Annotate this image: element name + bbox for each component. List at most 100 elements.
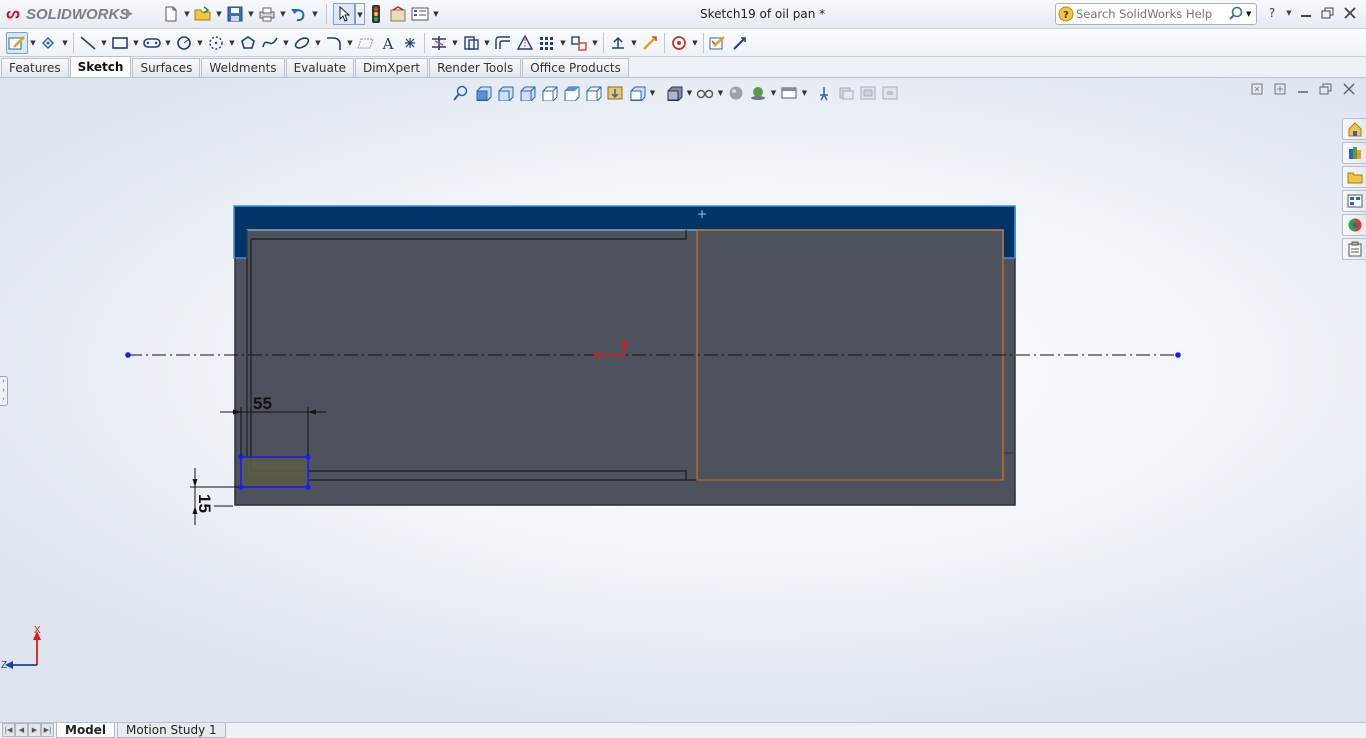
save-dropdown-icon[interactable]: ▼ [246, 10, 256, 18]
rectangle-vertex[interactable] [305, 484, 311, 490]
tab-features[interactable]: Features [1, 58, 69, 77]
print-icon[interactable] [256, 3, 278, 25]
print-dropdown-icon[interactable]: ▼ [278, 10, 288, 18]
select-dropdown-icon[interactable]: ▼ [355, 3, 365, 25]
text-icon[interactable]: A [377, 32, 399, 54]
search-input[interactable] [1076, 7, 1226, 21]
display-relations-icon[interactable] [607, 32, 629, 54]
spline-icon[interactable] [259, 32, 281, 54]
rebuild-traffic-light-icon[interactable] [365, 3, 387, 25]
first-tab-icon[interactable]: |◀ [2, 723, 15, 737]
menu-expand-icon[interactable]: ▶ [126, 4, 136, 24]
search-dropdown-icon[interactable]: ▼ [1246, 10, 1256, 18]
ellipse-icon[interactable] [291, 32, 313, 54]
plane-icon[interactable] [355, 32, 377, 54]
tab-dimxpert[interactable]: DimXpert [354, 58, 429, 77]
rectangle-vertex[interactable] [238, 484, 244, 490]
search-icon[interactable] [1226, 6, 1246, 23]
centerline-endpoint[interactable] [1175, 352, 1181, 358]
undo-dropdown-icon[interactable]: ▼ [310, 10, 320, 18]
graphics-area[interactable]: ▼ ▼ ▼ ▼ ▼ › › › 55 15 X Z [0, 78, 1366, 722]
circle-icon[interactable] [173, 32, 195, 54]
rapid-sketch-icon[interactable] [707, 32, 729, 54]
move-dropdown-icon[interactable]: ▼ [590, 39, 600, 47]
minimize-icon[interactable] [1296, 3, 1316, 23]
tab-weldments[interactable]: Weldments [201, 58, 285, 77]
dimension-dropdown-icon[interactable]: ▼ [60, 39, 70, 47]
dimension-width-text[interactable]: 55 [253, 394, 272, 413]
centerline-endpoint[interactable] [125, 352, 131, 358]
rectangle-dropdown-icon[interactable]: ▼ [131, 39, 141, 47]
help-icon[interactable]: ? [1262, 3, 1282, 23]
smart-dimension-icon[interactable] [38, 32, 60, 54]
triad-z-label: Z [1, 660, 7, 671]
snaps-dropdown-icon[interactable]: ▼ [690, 39, 700, 47]
fillet-icon[interactable] [323, 32, 345, 54]
pattern-dropdown-icon[interactable]: ▼ [558, 39, 568, 47]
slot-dropdown-icon[interactable]: ▼ [163, 39, 173, 47]
help-question-icon[interactable]: ? [1056, 4, 1076, 24]
tab-surfaces[interactable]: Surfaces [132, 58, 201, 77]
fillet-dropdown-icon[interactable]: ▼ [345, 39, 355, 47]
circle-dropdown-icon[interactable]: ▼ [195, 39, 205, 47]
part-body [234, 206, 1016, 506]
sketch-dropdown-icon[interactable]: ▼ [28, 39, 38, 47]
sketch-canvas[interactable]: 55 15 X Z [0, 78, 1366, 722]
new-document-icon[interactable] [160, 3, 182, 25]
tab-office-products[interactable]: Office Products [522, 58, 629, 77]
toolbar-separator [603, 32, 604, 53]
spline-dropdown-icon[interactable]: ▼ [281, 39, 291, 47]
sketch-icon[interactable] [6, 31, 28, 54]
new-dropdown-icon[interactable]: ▼ [182, 10, 192, 18]
line-dropdown-icon[interactable]: ▼ [99, 39, 109, 47]
slot-icon[interactable] [141, 32, 163, 54]
convert-dropdown-icon[interactable]: ▼ [482, 39, 492, 47]
open-folder-icon[interactable] [192, 3, 214, 25]
line-icon[interactable] [77, 32, 99, 54]
save-icon[interactable] [224, 3, 246, 25]
bottom-tab-bar: |◀ ◀ ▶ ▶| Model Motion Study 1 [0, 722, 1366, 738]
tab-sketch[interactable]: Sketch [69, 56, 132, 77]
relations-dropdown-icon[interactable]: ▼ [629, 39, 639, 47]
quick-snaps-icon[interactable] [668, 32, 690, 54]
offset-entities-icon[interactable] [492, 32, 514, 54]
arc-icon[interactable] [205, 32, 227, 54]
solidworks-logo[interactable]: ᔕ SOLIDWORKS [2, 3, 129, 25]
point-icon[interactable] [399, 32, 421, 54]
options-icon[interactable] [409, 3, 431, 25]
rectangle-vertex[interactable] [238, 454, 244, 460]
close-icon[interactable] [1340, 3, 1360, 23]
tab-render-tools[interactable]: Render Tools [429, 58, 522, 77]
restore-icon[interactable] [1318, 3, 1338, 23]
arc-dropdown-icon[interactable]: ▼ [227, 39, 237, 47]
open-dropdown-icon[interactable]: ▼ [214, 10, 224, 18]
ellipse-dropdown-icon[interactable]: ▼ [313, 39, 323, 47]
tab-evaluate[interactable]: Evaluate [285, 58, 354, 77]
last-tab-icon[interactable]: ▶| [41, 723, 54, 737]
tab-motion-study-1[interactable]: Motion Study 1 [117, 723, 226, 738]
select-arrow-icon[interactable] [333, 3, 355, 25]
trim-dropdown-icon[interactable]: ▼ [450, 39, 460, 47]
convert-entities-icon[interactable] [460, 32, 482, 54]
polygon-icon[interactable] [237, 32, 259, 54]
mirror-entities-icon[interactable] [514, 32, 536, 54]
move-entities-icon[interactable] [568, 32, 590, 54]
rectangle-icon[interactable] [109, 32, 131, 54]
svg-text:A: A [382, 35, 394, 51]
next-tab-icon[interactable]: ▶ [28, 723, 41, 737]
tab-model[interactable]: Model [56, 723, 116, 738]
repair-sketch-icon[interactable] [639, 32, 661, 54]
rectangle-vertex[interactable] [305, 454, 311, 460]
file-properties-icon[interactable] [387, 3, 409, 25]
options-dropdown-icon[interactable]: ▼ [431, 10, 441, 18]
dimension-height[interactable]: 15 [190, 468, 239, 525]
linear-pattern-icon[interactable] [536, 32, 558, 54]
instant-2d-icon[interactable] [729, 32, 751, 54]
dimension-height-text[interactable]: 15 [195, 494, 214, 513]
sketch-rectangle[interactable] [240, 456, 309, 488]
window-controls: ? ▼ [1262, 3, 1360, 23]
undo-icon[interactable] [288, 3, 310, 25]
trim-entities-icon[interactable] [428, 32, 450, 54]
help-dropdown-icon[interactable]: ▼ [1284, 3, 1294, 23]
prev-tab-icon[interactable]: ◀ [15, 723, 28, 737]
